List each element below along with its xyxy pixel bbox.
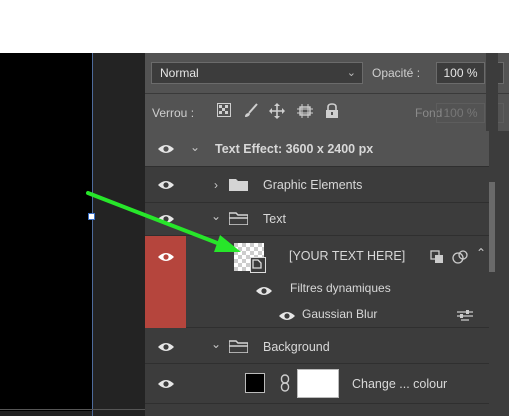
eye-icon [157, 253, 174, 261]
fill-input[interactable]: 100 % [436, 103, 485, 123]
visibility-toggle[interactable] [145, 364, 186, 403]
folder-open-icon [229, 340, 248, 353]
transform-handle[interactable] [88, 213, 95, 220]
layer-row-group-header[interactable]: ⌄ Text Effect: 3600 x 2400 px [145, 131, 489, 167]
layers-scrollbar-thumb[interactable] [489, 182, 495, 272]
chevron-down-icon: ⌄ [346, 67, 356, 79]
link-icon[interactable] [280, 374, 290, 395]
effects-icon [452, 250, 468, 267]
fill-color-swatch[interactable] [245, 373, 265, 393]
guide-line [92, 53, 93, 416]
visibility-toggle[interactable] [145, 330, 186, 363]
visibility-toggle[interactable] [145, 236, 186, 328]
smart-object-badge-icon [250, 257, 266, 273]
lock-transparent-pixels-icon[interactable] [217, 103, 231, 122]
chevron-down-icon[interactable]: ⌄ [190, 140, 200, 154]
layer-name: Text Effect: 3600 x 2400 px [215, 142, 374, 156]
layer-name: Text [263, 212, 286, 226]
artboard-icon[interactable] [297, 103, 313, 124]
chevron-down-icon[interactable]: ⌄ [211, 209, 221, 223]
layer-name: [YOUR TEXT HERE] [289, 249, 406, 263]
visibility-toggle[interactable] [145, 167, 186, 202]
blend-mode-select[interactable]: Normal ⌄ [151, 62, 363, 84]
opacity-input[interactable]: 100 % [436, 62, 485, 84]
eye-icon [157, 342, 174, 351]
brush-icon[interactable] [243, 103, 259, 124]
checker-icon[interactable] [234, 243, 266, 273]
folder-open-icon [229, 212, 248, 225]
blend-mode-value: Normal [160, 66, 199, 80]
layers-list-bottom [145, 404, 489, 416]
lock-label: Verrou : [152, 106, 195, 120]
linked-smart-object-icon [430, 250, 444, 267]
visibility-toggle[interactable] [145, 203, 186, 235]
filter-settings-icon[interactable] [457, 310, 473, 325]
layer-mask-thumbnail[interactable] [297, 369, 339, 398]
lock-icon[interactable] [325, 103, 339, 124]
layer-row-fill-adjustment[interactable]: Change ... colour [145, 364, 489, 404]
lock-fill-row: Verrou : Fond : 100 % ⌄ [145, 93, 509, 131]
chevron-up-icon[interactable]: ⌃ [476, 246, 486, 260]
filter-name[interactable]: Gaussian Blur [302, 307, 377, 321]
canvas-edge [0, 409, 145, 410]
layer-row-smart-object[interactable]: [YOUR TEXT HERE] ⌃ Filtres dynamiques Ga… [145, 236, 489, 328]
opacity-label: Opacité : [372, 66, 421, 80]
layer-row-graphic-elements[interactable]: › Graphic Elements [145, 167, 489, 203]
layer-name: Graphic Elements [263, 178, 363, 192]
blend-opacity-row: Normal ⌄ Opacité : 100 % ⌄ [145, 53, 509, 93]
canvas-image[interactable] [0, 53, 92, 411]
eye-icon[interactable] [279, 311, 295, 321]
eye-icon[interactable] [256, 286, 272, 296]
move-icon[interactable] [269, 103, 285, 124]
chevron-right-icon[interactable]: › [214, 178, 218, 192]
eye-icon [157, 215, 174, 223]
layer-row-text-group[interactable]: ⌄ Text [145, 203, 489, 236]
document-canvas[interactable] [0, 53, 145, 416]
layer-name: Background [263, 340, 330, 354]
folder-icon [229, 179, 248, 191]
eye-icon [157, 379, 174, 388]
visibility-toggle[interactable] [145, 131, 186, 166]
layer-row-background-group[interactable]: ⌄ Background [145, 330, 489, 364]
smart-filters-label[interactable]: Filtres dynamiques [290, 281, 391, 295]
chevron-down-icon[interactable]: ⌄ [211, 337, 221, 351]
layer-name: Change ... colour [352, 377, 448, 391]
eye-icon [157, 180, 174, 189]
eye-icon [157, 144, 174, 153]
